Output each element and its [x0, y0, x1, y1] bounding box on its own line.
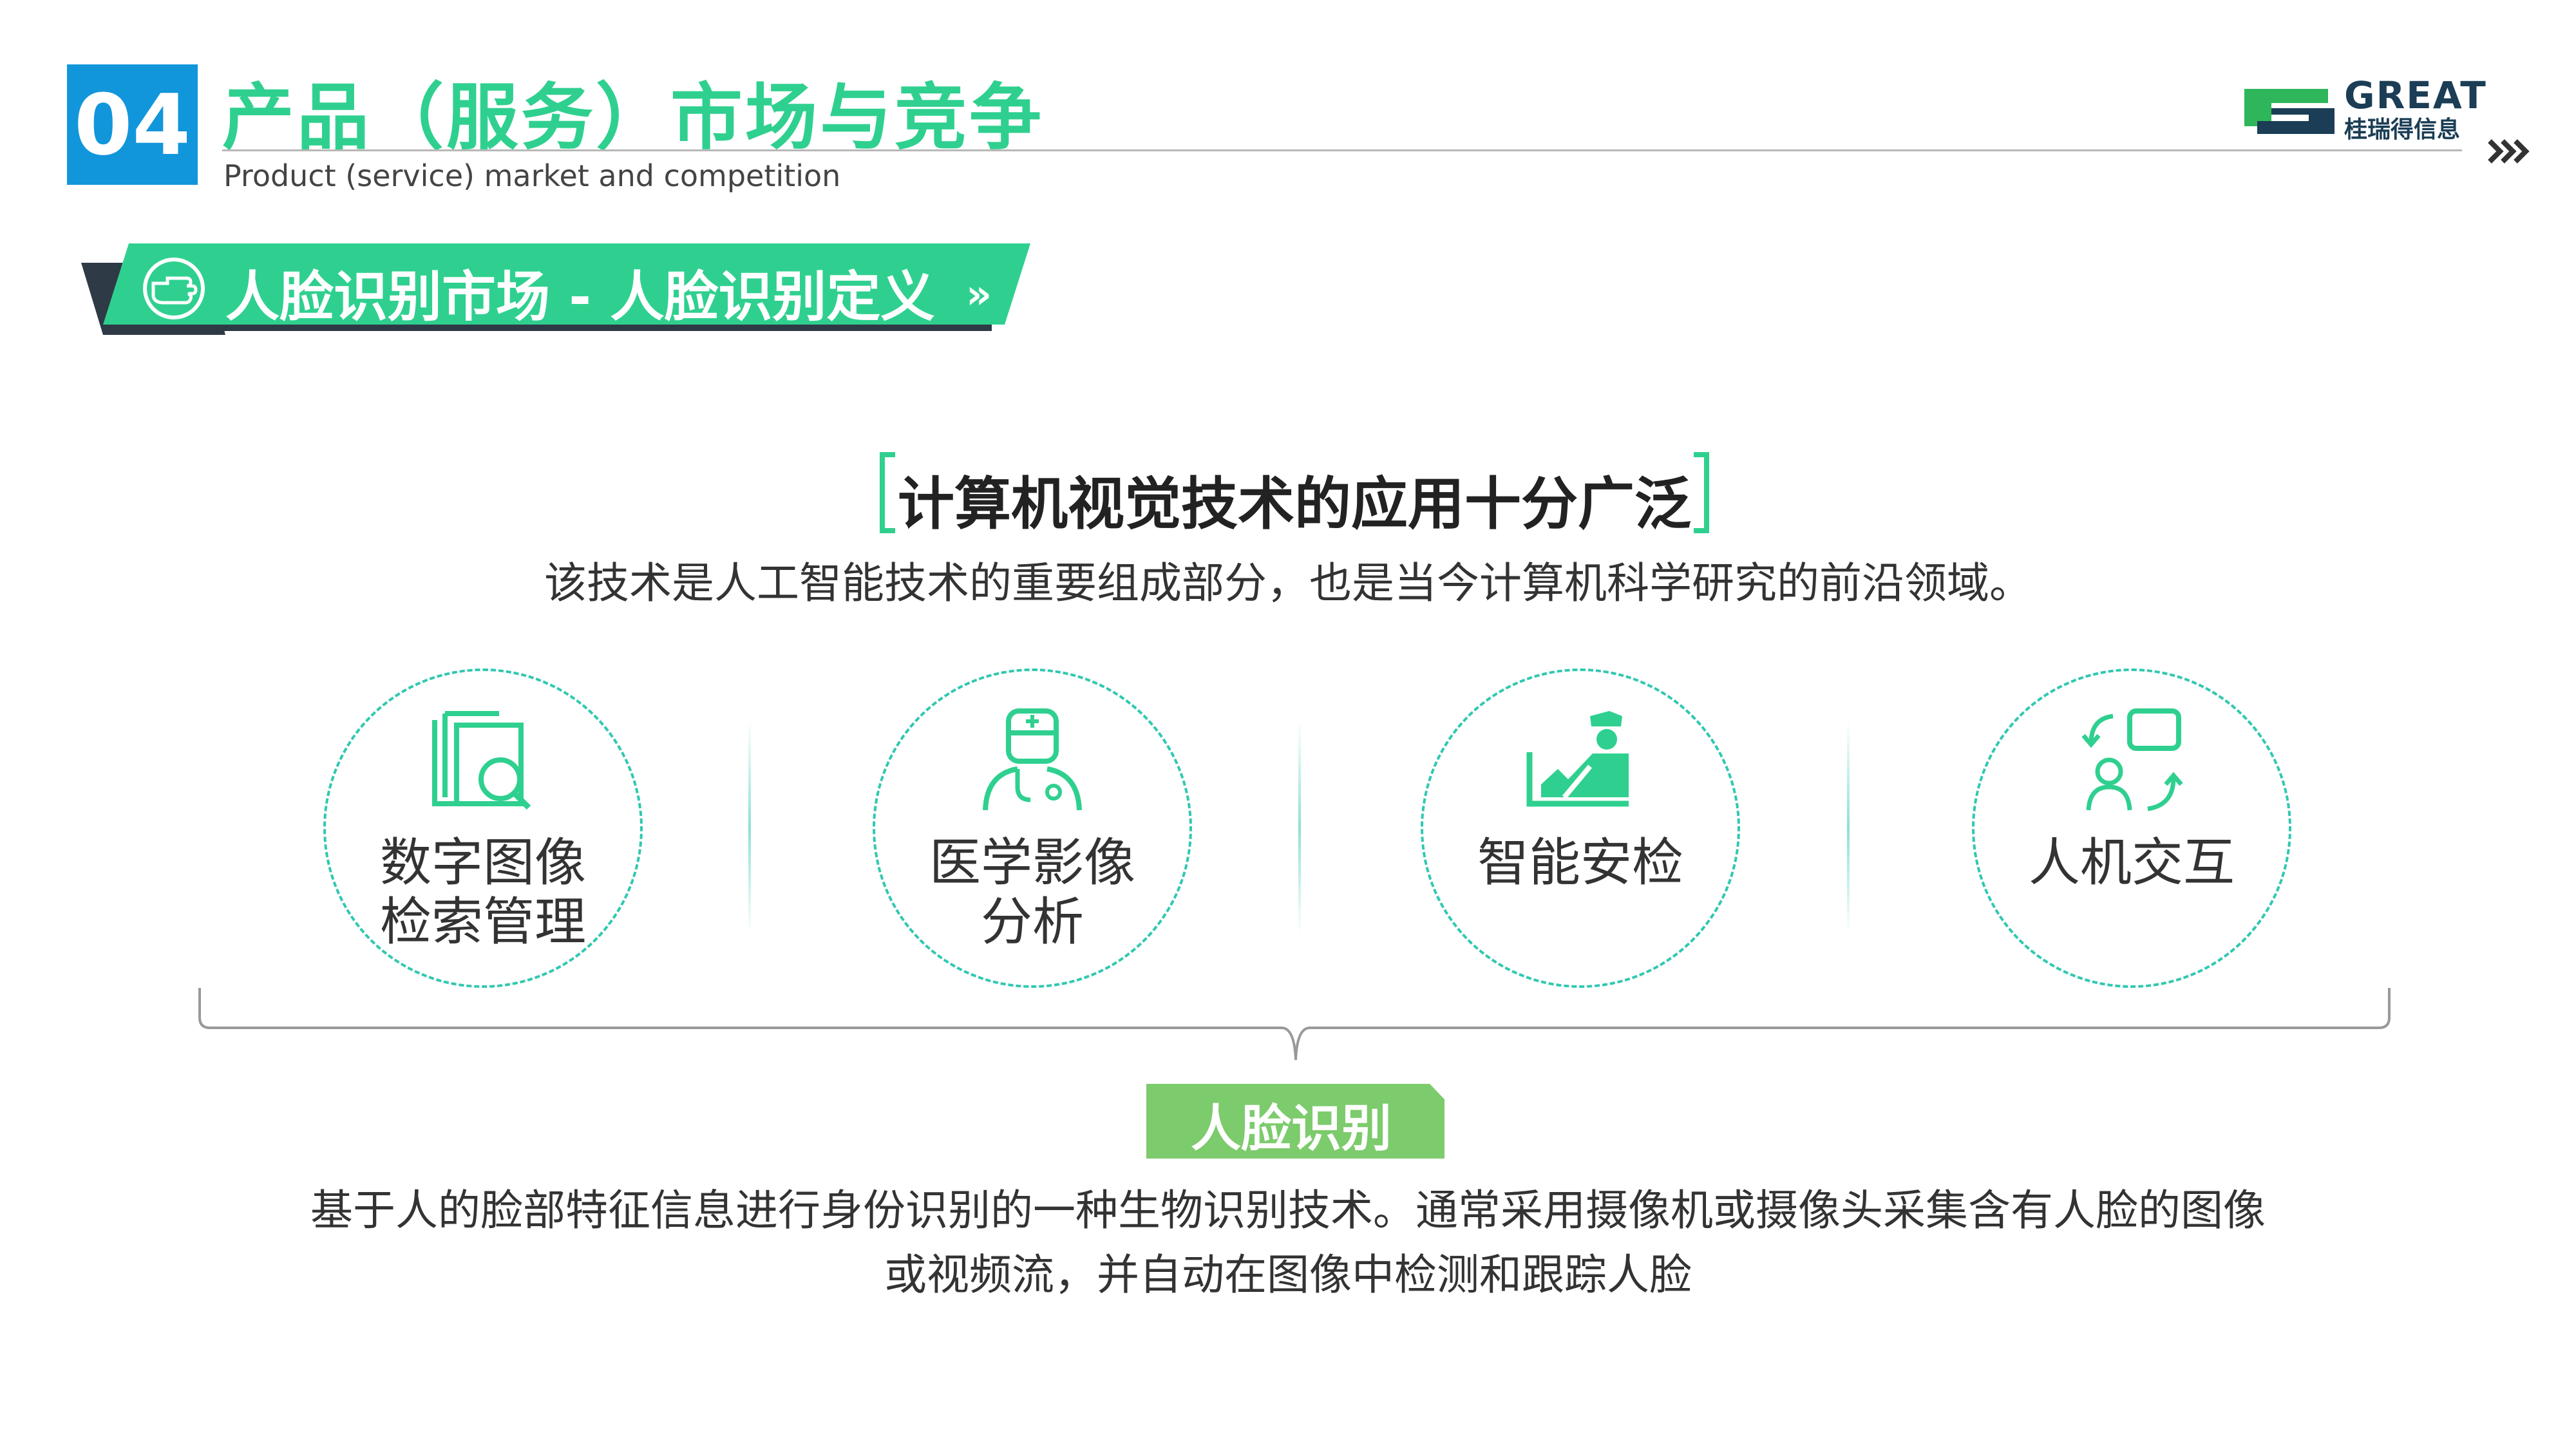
double-chevron-right-icon[interactable] — [2486, 132, 2531, 171]
face-recognition-description: 基于人的脸部特征信息进行身份识别的一种生物识别技术。通常采用摄像机或摄像头采集含… — [0, 1179, 2576, 1307]
divider — [1298, 721, 1301, 934]
header-divider — [222, 149, 2462, 151]
application-label: 医学影像 分析 — [929, 833, 1135, 952]
logo-chinese-text: 桂瑞得信息 — [2344, 117, 2461, 143]
page-title: 产品（服务）市场与竞争 — [222, 76, 1044, 160]
human-computer-interaction-icon — [2081, 708, 2183, 811]
application-card-security-check: 智能安检 — [1421, 668, 1740, 988]
application-label: 智能安检 — [1477, 833, 1683, 893]
face-recognition-tag-label: 人脸识别 — [1190, 1100, 1392, 1158]
divider — [1847, 721, 1850, 934]
page-subtitle: Product (service) market and competition — [223, 158, 841, 193]
application-label: 人机交互 — [2029, 833, 2235, 893]
application-card-hci: 人机交互 — [1972, 668, 2291, 988]
description-line: 基于人的脸部特征信息进行身份识别的一种生物识别技术。通常采用摄像机或摄像头采集含… — [310, 1186, 2266, 1235]
grouping-brace — [198, 988, 2391, 1061]
intro-text: 该技术是人工智能技术的重要组成部分，也是当今计算机科学研究的前沿领域。 — [544, 558, 2032, 608]
application-card-image-search: 数字图像 检索管理 — [323, 668, 643, 988]
svg-text:»: » — [966, 270, 992, 317]
security-check-icon — [1526, 711, 1629, 807]
section-banner-title: 人脸识别市场 - 人脸识别定义 — [225, 265, 935, 328]
image-search-icon — [432, 711, 531, 810]
section-heading: 计算机视觉技术的应用十分广泛 — [897, 471, 1691, 537]
section-number: 04 — [74, 75, 191, 174]
application-label: 数字图像 检索管理 — [380, 833, 586, 952]
description-line: 或视频流，并自动在图像中检测和跟踪人脸 — [884, 1250, 1692, 1300]
divider — [748, 721, 751, 934]
application-card-medical-imaging: 医学影像 分析 — [873, 668, 1192, 988]
doctor-icon — [983, 708, 1082, 811]
section-number-badge: 04 — [67, 64, 198, 185]
